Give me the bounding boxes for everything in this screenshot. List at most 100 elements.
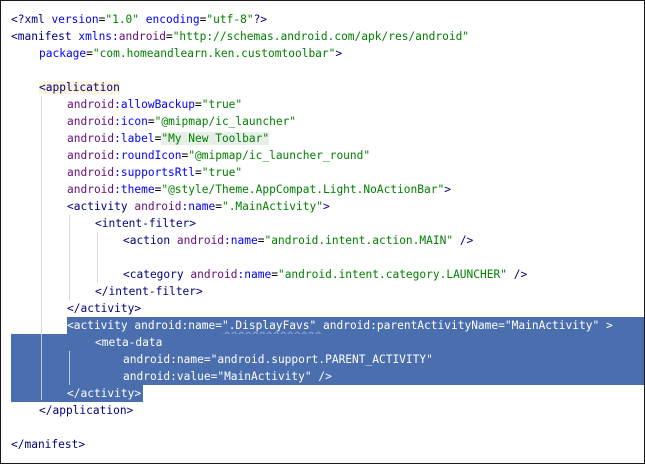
code-line[interactable]: <meta-data <box>1 334 644 351</box>
code-text: <meta-data <box>95 334 162 351</box>
code-line[interactable]: <activity android:name=".MainActivity"> <box>1 198 644 215</box>
code-token: "android.support.PARENT_ACTIVITY" <box>210 353 433 366</box>
code-token: = <box>147 115 155 128</box>
code-token: :supportsRtl <box>114 166 195 179</box>
code-line[interactable]: <?xml version="1.0" encoding="utf-8"?> <box>1 11 644 28</box>
code-token: xml <box>24 13 52 26</box>
code-line[interactable] <box>1 249 644 266</box>
code-token: <? <box>11 13 25 26</box>
code-token: /> <box>513 268 528 281</box>
code-token: "android.intent.category.LAUNCHER" <box>277 268 514 281</box>
code-line[interactable]: </intent-filter> <box>1 283 644 300</box>
code-token: > <box>444 183 451 196</box>
code-line[interactable]: android:name="android.support.PARENT_ACT… <box>1 351 644 368</box>
code-line[interactable]: package="com.homeandlearn.ken.customtool… <box>1 45 644 62</box>
code-text: android:roundIcon="@mipmap/ic_launcher_r… <box>67 147 370 164</box>
code-token: android <box>176 234 225 247</box>
code-text: android:theme="@style/Theme.AppCompat.Li… <box>67 181 451 198</box>
code-token: "utf-8" <box>206 13 254 26</box>
code-token: "com.homeandlearn.ken.customtoolbar" <box>92 47 336 60</box>
code-token: > <box>335 47 343 60</box>
code-token: :name <box>181 319 216 332</box>
code-token: android <box>67 132 115 145</box>
code-text: <intent-filter> <box>95 215 196 232</box>
code-line[interactable]: android:theme="@style/Theme.AppCompat.Li… <box>1 181 644 198</box>
code-line[interactable]: <action android:name="android.intent.act… <box>1 232 644 249</box>
code-text: android:name="android.support.PARENT_ACT… <box>123 351 433 368</box>
code-line[interactable]: </manifest> <box>1 436 644 453</box>
code-token: android <box>134 319 182 332</box>
code-line[interactable]: <activity android:name=".DisplayFavs" an… <box>1 317 644 334</box>
code-token: = <box>86 47 93 60</box>
code-line[interactable]: android:value="MainActivity" /> <box>1 368 644 385</box>
code-token: android <box>123 353 171 366</box>
code-token: "MainActivity" <box>504 319 606 332</box>
code-token: android <box>67 98 115 111</box>
code-token: :theme <box>114 183 155 196</box>
code-text: </application> <box>39 402 133 419</box>
code-text: </manifest> <box>11 436 85 453</box>
code-token: /> <box>318 370 332 383</box>
code-token: version <box>51 13 99 26</box>
code-line[interactable]: <application <box>1 79 644 96</box>
code-token: :parentActivityName <box>370 319 499 332</box>
code-token: "@mipmap/ic_launcher" <box>154 115 297 128</box>
code-token: <action <box>123 234 177 247</box>
code-line[interactable]: </activity> <box>1 385 644 402</box>
code-line[interactable]: </activity> <box>1 300 644 317</box>
code-token: > <box>323 200 330 213</box>
code-line[interactable] <box>1 419 644 436</box>
code-token: </intent-filter> <box>95 285 203 298</box>
code-token: android <box>190 268 238 281</box>
code-token: android <box>323 319 371 332</box>
code-token: android <box>67 166 115 179</box>
code-token: ?> <box>253 13 268 26</box>
code-text: android:value="MainActivity" /> <box>123 368 332 385</box>
code-token: = <box>215 319 222 332</box>
code-token: :name <box>181 200 216 213</box>
code-token: "1.0" <box>105 13 146 26</box>
code-token: android <box>134 200 182 213</box>
code-token: android <box>67 115 115 128</box>
code-line[interactable]: <intent-filter> <box>1 215 644 232</box>
code-token: android <box>67 183 115 196</box>
code-text: <?xml version="1.0" encoding="utf-8"?> <box>11 11 267 28</box>
code-line[interactable]: android:icon="@mipmap/ic_launcher" <box>1 113 644 130</box>
code-token: "true" <box>201 166 243 179</box>
code-line[interactable]: android:supportsRtl="true" <box>1 164 644 181</box>
code-text: android:icon="@mipmap/ic_launcher" <box>67 113 296 130</box>
code-token: </activity> <box>67 387 142 400</box>
code-token: :name <box>237 268 272 281</box>
code-line[interactable]: <manifest xmlns:android="http://schemas.… <box>1 28 644 45</box>
code-token: </activity> <box>67 302 142 315</box>
code-text: android:allowBackup="true" <box>67 96 242 113</box>
code-line[interactable]: </application> <box>1 402 644 419</box>
code-token: :allowBackup <box>114 98 195 111</box>
code-token: xmlns: <box>78 30 119 43</box>
code-line[interactable]: android:roundIcon="@mipmap/ic_launcher_r… <box>1 147 644 164</box>
code-token: encoding <box>145 13 200 26</box>
code-line[interactable]: android:label="My New Toolbar" <box>1 130 644 147</box>
code-text: android:label="My New Toolbar" <box>67 130 270 147</box>
code-text: android:supportsRtl="true" <box>67 164 242 181</box>
code-token: :icon <box>114 115 148 128</box>
code-token: :name <box>224 234 258 247</box>
code-text: </intent-filter> <box>95 283 203 300</box>
code-token: <application <box>39 81 120 94</box>
code-text: <activity android:name=".DisplayFavs" an… <box>67 317 613 334</box>
code-line[interactable] <box>1 62 644 79</box>
code-token: "MainActivity" <box>217 370 319 383</box>
code-line[interactable]: <category android:name="android.intent.c… <box>1 266 644 283</box>
code-token: :label <box>114 132 155 145</box>
code-token: :value <box>170 370 211 383</box>
code-text: <manifest xmlns:android="http://schemas.… <box>11 28 469 45</box>
code-token: </manifest> <box>11 438 86 451</box>
code-line[interactable]: android:allowBackup="true" <box>1 96 644 113</box>
code-token: android <box>67 149 115 162</box>
code-editor[interactable]: <?xml version="1.0" encoding="utf-8"?> <m… <box>0 0 645 464</box>
code-token: :name <box>170 353 204 366</box>
code-token: ".DisplayFavs" <box>221 319 323 332</box>
code-token: > <box>605 319 613 332</box>
code-token: android <box>118 30 166 43</box>
code-token: = <box>203 353 211 366</box>
